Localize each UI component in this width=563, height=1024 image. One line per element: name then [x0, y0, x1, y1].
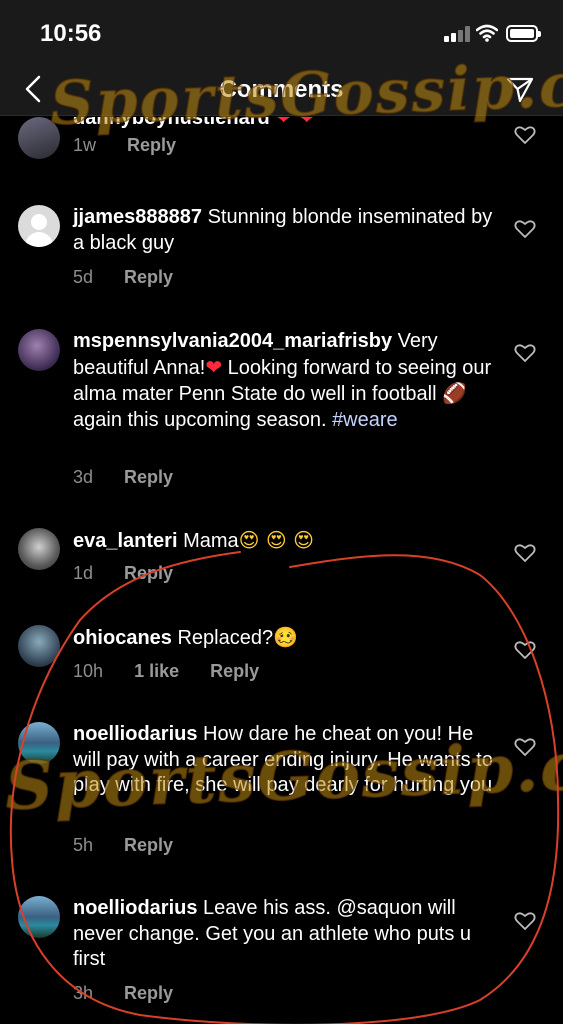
- cellular-signal-icon: [444, 26, 470, 42]
- avatar[interactable]: [18, 117, 60, 159]
- comment-text: jjames888887 Stunning blonde inseminated…: [73, 205, 493, 256]
- comment-time: 3d: [73, 467, 94, 487]
- comment-time: 10h: [73, 661, 104, 681]
- comment-username[interactable]: noelliodarius: [73, 897, 197, 919]
- like-heart-icon[interactable]: [514, 125, 536, 145]
- comment-username[interactable]: dannyboyhustlehard: [73, 117, 270, 129]
- heart-emoji: ❤: [205, 354, 223, 379]
- avatar[interactable]: [18, 722, 60, 764]
- comment-text: eva_lanteri Mama😍 😍 😍: [73, 528, 493, 555]
- comment-meta: 5h Reply: [73, 835, 199, 856]
- woozy-face-emoji: 🥴: [273, 625, 299, 649]
- comment-text: noelliodarius How dare he cheat on you! …: [73, 722, 493, 799]
- comment-item: noelliodarius How dare he cheat on you! …: [0, 722, 563, 862]
- comment-text: mspennsylvania2004_mariafrisby Very beau…: [73, 329, 493, 433]
- comment-item: jjames888887 Stunning blonde inseminated…: [0, 205, 563, 305]
- like-heart-icon[interactable]: [514, 640, 536, 660]
- comment-username[interactable]: eva_lanteri: [73, 530, 178, 552]
- reply-button[interactable]: Reply: [127, 135, 176, 155]
- reply-button[interactable]: Reply: [124, 267, 173, 287]
- comment-text: noelliodarius Leave his ass. @saquon wil…: [73, 896, 493, 973]
- comment-time: 5d: [73, 267, 94, 287]
- send-icon[interactable]: [505, 74, 535, 104]
- comment-item: ohiocanes Replaced?🥴 10h 1 like Reply: [0, 625, 563, 705]
- comment-item: dannyboyhustlehard ❤ ❤ 1w Reply: [0, 117, 563, 178]
- reply-button[interactable]: Reply: [124, 467, 173, 487]
- hashtag-link[interactable]: #weare: [332, 409, 398, 431]
- comment-meta: 3d Reply: [73, 467, 199, 488]
- comment-meta: 1d Reply: [73, 563, 199, 584]
- reply-button[interactable]: Reply: [124, 835, 173, 855]
- comment-time: 1d: [73, 563, 94, 583]
- navigation-bar: Comments: [0, 64, 563, 116]
- page-title: Comments: [219, 76, 344, 103]
- comment-item: eva_lanteri Mama😍 😍 😍 1d Reply: [0, 528, 563, 608]
- like-heart-icon[interactable]: [514, 219, 536, 239]
- comment-body: Mama: [183, 530, 239, 552]
- comment-time: 3h: [73, 983, 94, 1003]
- avatar[interactable]: [18, 625, 60, 667]
- heart-emoji: ❤ ❤: [275, 117, 316, 129]
- comment-meta: 3h Reply: [73, 983, 199, 1004]
- comment-time: 5h: [73, 835, 94, 855]
- avatar[interactable]: [18, 205, 60, 247]
- status-bar: 10:56: [0, 0, 563, 64]
- comment-time: 1w: [73, 135, 97, 155]
- reply-button[interactable]: Reply: [210, 661, 259, 681]
- heart-eyes-emoji: 😍 😍 😍: [238, 528, 314, 552]
- wifi-icon: [476, 24, 498, 42]
- comment-meta: 10h 1 like Reply: [73, 661, 285, 682]
- battery-icon: [506, 25, 541, 42]
- like-heart-icon[interactable]: [514, 737, 536, 757]
- comments-list: dannyboyhustlehard ❤ ❤ 1w Reply jjames88…: [0, 117, 563, 1024]
- comment-body: Replaced?: [177, 627, 274, 649]
- comment-item: noelliodarius Leave his ass. @saquon wil…: [0, 896, 563, 1016]
- avatar[interactable]: [18, 896, 60, 938]
- comment-username[interactable]: noelliodarius: [73, 723, 197, 745]
- avatar[interactable]: [18, 329, 60, 371]
- comment-username[interactable]: mspennsylvania2004_mariafrisby: [73, 330, 392, 352]
- reply-button[interactable]: Reply: [124, 983, 173, 1003]
- comment-text: dannyboyhustlehard ❤ ❤: [73, 117, 493, 132]
- like-heart-icon[interactable]: [514, 911, 536, 931]
- avatar[interactable]: [18, 528, 60, 570]
- like-heart-icon[interactable]: [514, 543, 536, 563]
- comment-text: ohiocanes Replaced?🥴: [73, 625, 493, 652]
- comment-body: again this upcoming season.: [73, 408, 327, 431]
- comment-meta: 1w Reply: [73, 135, 202, 156]
- comment-username[interactable]: ohiocanes: [73, 627, 172, 649]
- like-heart-icon[interactable]: [514, 343, 536, 363]
- comment-item: mspennsylvania2004_mariafrisby Very beau…: [0, 329, 563, 489]
- reply-button[interactable]: Reply: [124, 563, 173, 583]
- status-time: 10:56: [40, 20, 102, 47]
- comment-meta: 5d Reply: [73, 267, 199, 288]
- comment-username[interactable]: jjames888887: [73, 206, 202, 228]
- football-emoji: 🏈: [442, 381, 468, 405]
- likes-count[interactable]: 1 like: [134, 661, 179, 681]
